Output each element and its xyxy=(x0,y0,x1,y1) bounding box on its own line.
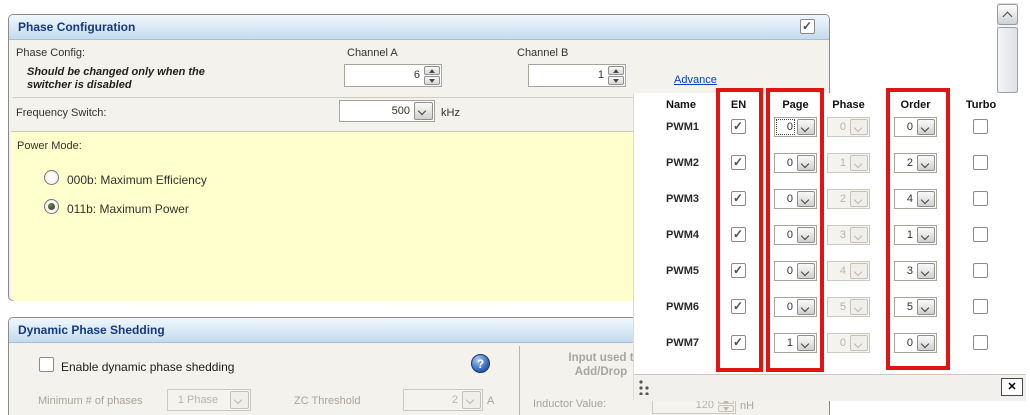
pwm-table-row: PWM7 1 0 0 xyxy=(634,333,1026,353)
scroll-up-button[interactable] xyxy=(997,4,1018,25)
power-mode-efficiency-label: 000b: Maximum Efficiency xyxy=(67,173,207,187)
pwm-turbo-checkbox[interactable] xyxy=(973,263,988,278)
chevron-up-icon xyxy=(1003,12,1013,22)
pwm-table-row: PWM3 0 2 4 xyxy=(634,189,1026,209)
channel-b-label: Channel B xyxy=(517,47,568,59)
highlight-box-order-column xyxy=(886,88,950,370)
channel-a-value: 6 xyxy=(345,65,423,86)
frequency-unit-label: kHz xyxy=(441,107,460,119)
pwm-table-row: PWM1 0 0 0 xyxy=(634,117,1026,137)
zc-threshold-label: ZC Threshold xyxy=(294,395,360,407)
panel-title: Phase Configuration xyxy=(18,20,135,34)
pwm-turbo-checkbox[interactable] xyxy=(973,299,988,314)
enable-dynamic-phase-shedding-checkbox[interactable] xyxy=(39,357,54,372)
pwm-table-row: PWM4 0 3 1 xyxy=(634,225,1026,245)
pwm-phase-dropdown: 0 xyxy=(827,117,870,137)
power-mode-radio-power[interactable] xyxy=(44,199,59,214)
enable-dynamic-phase-shedding-label: Enable dynamic phase shedding xyxy=(61,360,234,374)
pwm-name-label: PWM1 xyxy=(666,121,699,133)
pwm-name-label: PWM6 xyxy=(666,301,699,313)
pwm-name-label: PWM5 xyxy=(666,265,699,277)
input-used-line1: Input used t xyxy=(568,352,633,364)
frequency-value: 500 xyxy=(340,101,413,121)
phase-configuration-header: Phase Configuration xyxy=(9,15,829,40)
phase-configuration-enable-checkbox[interactable] xyxy=(800,19,815,34)
phase-config-note-line1: Should be changed only when the xyxy=(27,66,205,78)
chevron-down-icon xyxy=(850,227,868,243)
up-down-spinner-icon[interactable] xyxy=(424,66,440,85)
phase-config-label: Phase Config: xyxy=(16,47,85,59)
frequency-switch-label: Frequency Switch: xyxy=(16,107,106,119)
pwm-phase-dropdown: 5 xyxy=(827,297,870,317)
pwm-turbo-checkbox[interactable] xyxy=(973,119,988,134)
pwm-phase-dropdown: 1 xyxy=(827,153,870,173)
chevron-down-icon[interactable] xyxy=(414,102,433,120)
pwm-turbo-checkbox[interactable] xyxy=(973,191,988,206)
inductor-value-label: Inductor Value: xyxy=(533,398,606,410)
pwm-phase-value: 3 xyxy=(828,226,849,244)
popup-bottom-strip xyxy=(634,374,1026,401)
zc-threshold-unit: A xyxy=(487,395,494,407)
zc-threshold-value: 2 xyxy=(404,390,461,410)
power-mode-radio-efficiency[interactable] xyxy=(44,170,59,185)
zc-threshold-dropdown: 2 xyxy=(403,389,483,411)
input-used-line2: Add/Drop xyxy=(575,366,627,378)
pwm-advance-popup: Name EN Page Phase Order Turbo PWM1 0 0 … xyxy=(633,93,1026,400)
channel-a-label: Channel A xyxy=(347,47,398,59)
pwm-phase-value: 5 xyxy=(828,298,849,316)
pwm-phase-value: 2 xyxy=(828,190,849,208)
highlight-box-en-column xyxy=(716,88,763,372)
pwm-name-label: PWM4 xyxy=(666,229,699,241)
chevron-down-icon xyxy=(230,391,249,409)
pwm-turbo-checkbox[interactable] xyxy=(973,335,988,350)
column-header-phase: Phase xyxy=(822,99,875,111)
column-header-name: Name xyxy=(666,99,712,111)
channel-b-value: 1 xyxy=(529,65,607,86)
app-window: Phase Configuration Phase Config: Should… xyxy=(0,0,1030,415)
pwm-table-row: PWM6 0 5 5 xyxy=(634,297,1026,317)
close-icon[interactable]: ✕ xyxy=(1001,378,1023,396)
min-phases-dropdown: 1 Phase xyxy=(167,389,251,411)
channel-b-spinner[interactable]: 1 xyxy=(528,64,626,87)
chevron-down-icon xyxy=(850,191,868,207)
power-mode-power-label: 011b: Maximum Power xyxy=(67,202,189,216)
pwm-phase-value: 4 xyxy=(828,262,849,280)
pwm-phase-dropdown: 4 xyxy=(827,261,870,281)
column-header-turbo: Turbo xyxy=(956,99,1006,111)
pwm-table-row: PWM5 0 4 3 xyxy=(634,261,1026,281)
pwm-phase-dropdown: 0 xyxy=(827,333,870,353)
power-mode-label: Power Mode: xyxy=(17,140,82,152)
highlight-box-page-column xyxy=(766,88,824,372)
pwm-phase-value: 0 xyxy=(828,118,849,136)
pwm-name-label: PWM3 xyxy=(666,193,699,205)
chevron-down-icon xyxy=(462,391,481,409)
chevron-down-icon xyxy=(850,263,868,279)
chevron-down-icon xyxy=(850,335,868,351)
pwm-turbo-checkbox[interactable] xyxy=(973,155,988,170)
resize-grip-icon[interactable] xyxy=(638,379,656,395)
pwm-name-label: PWM7 xyxy=(666,337,699,349)
up-down-spinner-icon[interactable] xyxy=(608,66,624,85)
panel-title: Dynamic Phase Shedding xyxy=(18,323,165,337)
scrollbar-thumb[interactable] xyxy=(997,27,1018,93)
pwm-phase-dropdown: 3 xyxy=(827,225,870,245)
help-icon[interactable]: ? xyxy=(471,354,490,373)
pwm-table-row: PWM2 0 1 2 xyxy=(634,153,1026,173)
pwm-phase-value: 1 xyxy=(828,154,849,172)
pwm-turbo-checkbox[interactable] xyxy=(973,227,988,242)
inductor-unit-label: nH xyxy=(740,400,754,412)
advance-link[interactable]: Advance xyxy=(674,74,717,86)
pwm-name-label: PWM2 xyxy=(666,157,699,169)
channel-a-spinner[interactable]: 6 xyxy=(344,64,442,87)
phase-config-note-line2: switcher is disabled xyxy=(27,79,132,91)
min-phases-value: 1 Phase xyxy=(168,390,229,410)
chevron-down-icon xyxy=(850,155,868,171)
chevron-down-icon xyxy=(850,119,868,135)
separator xyxy=(519,346,520,415)
pwm-phase-value: 0 xyxy=(828,334,849,352)
chevron-down-icon xyxy=(850,299,868,315)
pwm-phase-dropdown: 2 xyxy=(827,189,870,209)
min-phases-label: Minimum # of phases xyxy=(38,395,143,407)
frequency-switch-dropdown[interactable]: 500 xyxy=(339,100,435,122)
